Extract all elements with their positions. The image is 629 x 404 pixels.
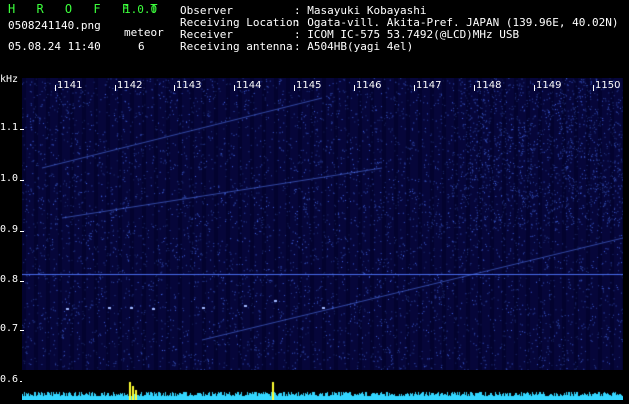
y-axis-unit: kHz <box>0 74 19 85</box>
x-tick-label: 1143 <box>176 80 202 91</box>
app-version: 1.0.0 <box>124 3 158 16</box>
y-tick <box>20 129 24 130</box>
y-tick <box>20 330 24 331</box>
spectrogram-canvas <box>22 78 623 370</box>
x-tick-label: 1146 <box>356 80 382 91</box>
y-tick <box>20 281 24 282</box>
x-tick-label: 1141 <box>57 80 83 91</box>
antenna-label: Receiving antenna <box>180 40 293 53</box>
x-tick <box>174 85 175 91</box>
x-tick <box>474 85 475 91</box>
x-tick <box>115 85 116 91</box>
x-tick-label: 1150 <box>595 80 621 91</box>
x-tick-label: 1148 <box>476 80 502 91</box>
signal-level-strip <box>22 370 623 400</box>
y-tick-label: 0.7 <box>0 323 19 334</box>
file-name: 0508241140.png <box>8 19 101 32</box>
x-tick <box>354 85 355 91</box>
header-panel: H R O F F T 1.0.0 0508241140.png meteor … <box>0 0 629 78</box>
x-tick-label: 1144 <box>236 80 262 91</box>
x-tick-label: 1149 <box>536 80 562 91</box>
meteor-count: 6 <box>138 40 145 53</box>
signal-level-canvas <box>22 370 623 400</box>
x-tick-label: 1147 <box>416 80 442 91</box>
x-tick <box>294 85 295 91</box>
x-tick <box>534 85 535 91</box>
x-tick-label: 1142 <box>117 80 143 91</box>
x-tick <box>593 85 594 91</box>
y-tick-label: 1.0 <box>0 173 19 184</box>
antenna-value: : A504HB(yagi 4el) <box>294 40 414 53</box>
y-tick-label: 0.6 <box>0 374 19 385</box>
x-tick <box>414 85 415 91</box>
x-tick-label: 1145 <box>296 80 322 91</box>
y-tick <box>20 231 24 232</box>
x-tick <box>234 85 235 91</box>
x-tick <box>55 85 56 91</box>
y-tick-label: 1.1 <box>0 122 19 133</box>
spectrogram <box>22 78 623 370</box>
y-tick-label: 0.8 <box>0 274 19 285</box>
y-tick <box>20 180 24 181</box>
meteor-label: meteor <box>124 26 164 39</box>
date-time: 05.08.24 11:40 <box>8 40 101 53</box>
y-tick-label: 0.9 <box>0 224 19 235</box>
